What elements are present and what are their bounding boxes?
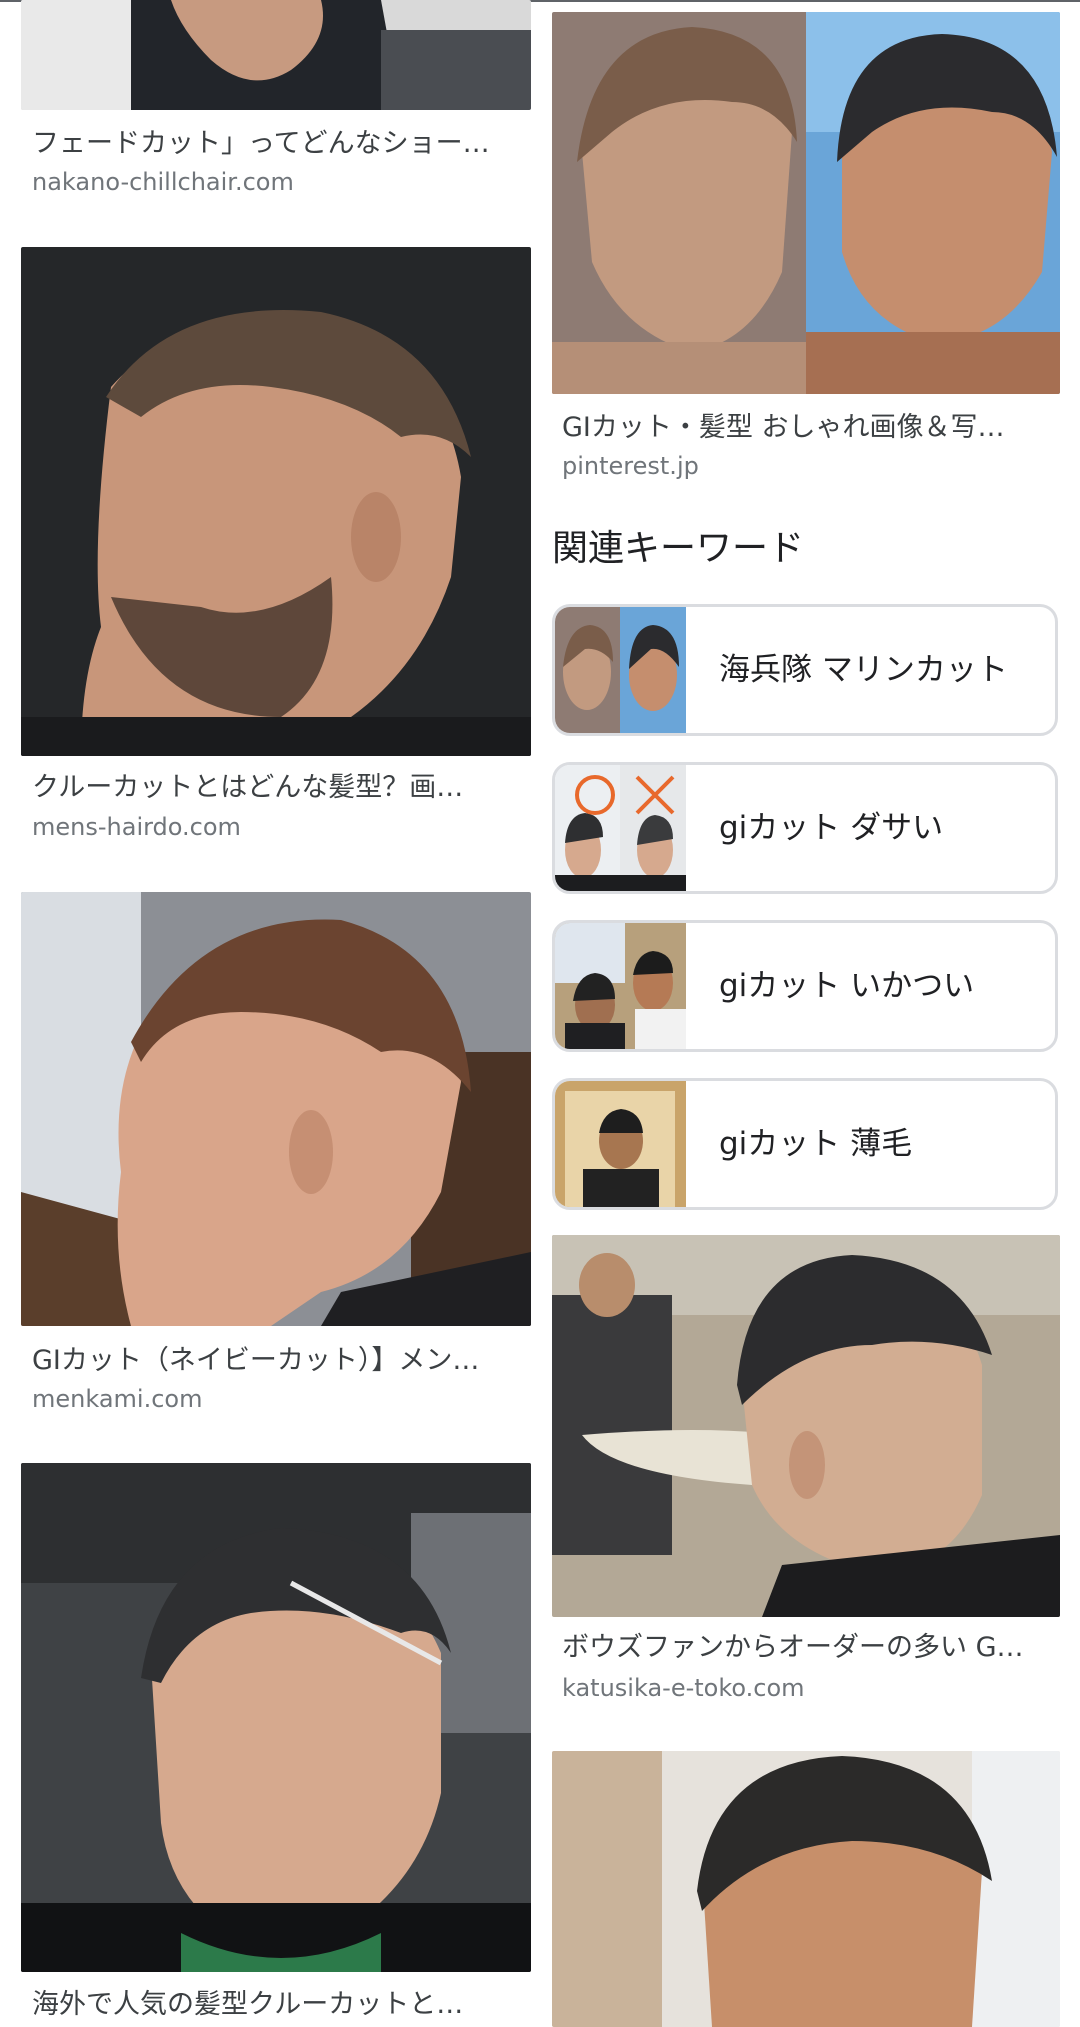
result-title[interactable]: ボウズファンからオーダーの多い G…	[562, 1630, 1056, 1666]
related-keyword-3[interactable]: giカット いかつい	[552, 920, 1058, 1052]
result-title[interactable]: 海外で人気の髪型クルーカットと…	[32, 1987, 522, 2023]
result-title[interactable]: GIカット（ネイビーカット）】メン…	[32, 1343, 522, 1379]
related-keyword-label: giカット 薄毛	[719, 1126, 913, 1162]
related-keywords-heading: 関連キーワード	[552, 528, 805, 569]
result-domain: pinterest.jp	[562, 452, 699, 480]
result-title[interactable]: GIカット・髪型 おしゃれ画像＆写…	[562, 410, 1056, 446]
result-domain: mens-hairdo.com	[32, 813, 241, 841]
result-title[interactable]: フェードカット」ってどんなショー…	[32, 126, 522, 162]
result-image[interactable]	[21, 892, 531, 1326]
result-image[interactable]	[552, 1751, 1060, 2027]
haircut-thumbnail-icon	[555, 923, 686, 1049]
result-domain: katusika-e-toko.com	[562, 1674, 805, 1702]
result-domain: nakano-chillchair.com	[32, 168, 294, 196]
related-keyword-4[interactable]: giカット 薄毛	[552, 1078, 1058, 1210]
haircut-thumbnail-icon	[555, 607, 686, 733]
related-keyword-label: giカット ダサい	[719, 810, 944, 846]
result-title[interactable]: クルーカットとはどんな髪型？画…	[32, 770, 522, 806]
related-keyword-label: giカット いかつい	[719, 968, 975, 1004]
result-image[interactable]	[21, 0, 531, 110]
result-image[interactable]	[552, 1235, 1060, 1617]
haircut-thumbnail-with-circle-and-cross-icon	[555, 765, 686, 891]
result-domain: menkami.com	[32, 1385, 203, 1413]
result-image[interactable]	[21, 1463, 531, 1972]
related-keyword-2[interactable]: giカット ダサい	[552, 762, 1058, 894]
result-image[interactable]	[552, 12, 1060, 394]
related-keyword-1[interactable]: 海兵隊 マリンカット	[552, 604, 1058, 736]
result-image[interactable]	[21, 247, 531, 756]
related-keyword-label: 海兵隊 マリンカット	[719, 652, 1008, 688]
haircut-thumbnail-icon	[555, 1081, 686, 1207]
